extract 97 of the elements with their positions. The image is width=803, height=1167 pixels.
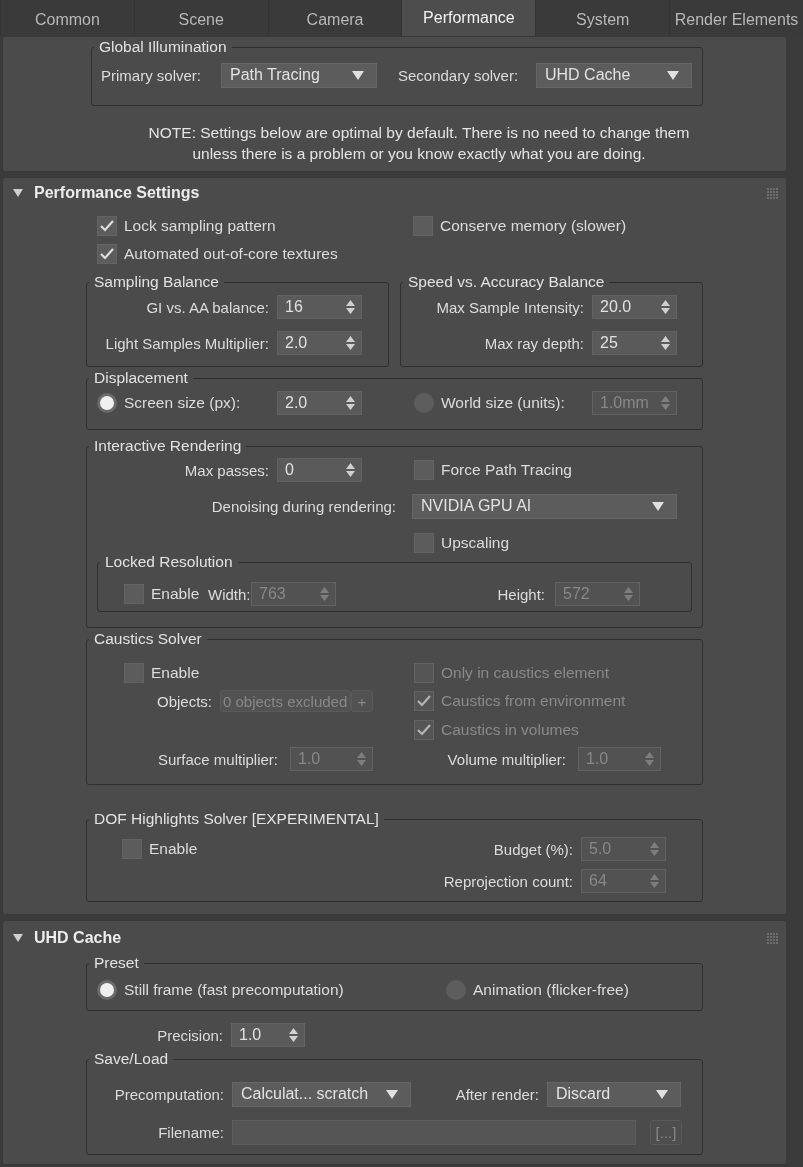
radio-button[interactable] <box>97 980 117 1000</box>
dropdown[interactable]: Path Tracing <box>221 62 377 88</box>
number-spinner[interactable]: 1.0 <box>231 1023 305 1047</box>
radio-button[interactable] <box>97 393 117 413</box>
spinner-arrows-icon <box>661 335 670 351</box>
checkbox-label: Caustics in volumes <box>441 721 579 739</box>
number-spinner[interactable]: 2.0 <box>277 331 362 355</box>
spinner-arrows-icon <box>624 586 633 602</box>
group-title: Interactive Rendering <box>93 437 243 455</box>
spinner-arrows-icon <box>650 873 659 889</box>
spinner-arrows-icon <box>645 751 654 767</box>
checkbox[interactable] <box>97 216 117 236</box>
group-title: Save/Load <box>93 1050 170 1068</box>
checkbox-label: Conserve memory (slower) <box>440 217 627 235</box>
caret-icon <box>352 70 364 80</box>
checkbox-label: Lock sampling pattern <box>124 217 276 235</box>
grip-icon <box>767 932 778 944</box>
number-spinner[interactable]: 25 <box>592 331 677 355</box>
spinner-arrows-icon <box>346 462 355 478</box>
field-label: After render: <box>454 1085 540 1103</box>
dropdown[interactable]: NVIDIA GPU AI <box>412 493 677 519</box>
checkbox[interactable] <box>413 216 433 236</box>
checkbox-label: Only in caustics element <box>441 664 609 682</box>
field-label: Surface multiplier: <box>156 750 279 768</box>
number-spinner[interactable]: 16 <box>277 295 362 319</box>
group-title: Locked Resolution <box>104 554 234 570</box>
field-label: Max passes: <box>183 461 270 479</box>
checkbox[interactable] <box>122 839 142 859</box>
dropdown[interactable]: Discard <box>547 1081 681 1107</box>
spinner-arrows-icon <box>346 335 355 351</box>
collapse-triangle-icon[interactable] <box>13 933 23 943</box>
group-title: Preset <box>93 954 140 972</box>
field-label: Filename: <box>157 1123 225 1141</box>
spinner-arrows-icon <box>661 299 670 315</box>
group-title: Sampling Balance <box>93 273 220 291</box>
field-label: Secondary solver: <box>397 66 520 84</box>
field-label: Max ray depth: <box>483 334 585 352</box>
field-label: GI vs. AA balance: <box>145 298 270 316</box>
checkbox-label: Force Path Tracing <box>441 461 572 479</box>
group-title: Displacement <box>93 369 189 387</box>
checkbox-label: Enable <box>151 585 200 603</box>
spinner-arrows-icon <box>346 299 355 315</box>
checkbox-label: Enable <box>151 664 200 682</box>
caret-icon <box>652 501 664 511</box>
radio-label: Animation (flicker-free) <box>473 981 629 999</box>
caret-icon <box>386 1089 398 1099</box>
check-icon <box>417 695 431 707</box>
radio-label: Screen size (px): <box>124 394 241 412</box>
check-icon <box>100 220 114 232</box>
field-label: Reprojection count: <box>442 872 574 890</box>
field-label: Precision: <box>156 1026 224 1044</box>
checkbox[interactable] <box>124 584 144 604</box>
field-label: Precomputation: <box>113 1085 225 1103</box>
checkbox-label: Caustics from environment <box>441 692 626 710</box>
radio-label: Still frame (fast precomputation) <box>124 981 344 999</box>
radio-label: World size (units): <box>441 394 565 412</box>
field-label: Width: <box>208 585 251 603</box>
check-icon <box>100 248 114 260</box>
checkbox-label: Enable <box>149 840 198 858</box>
checkbox[interactable] <box>97 244 117 264</box>
spinner-arrows-icon <box>357 751 366 767</box>
spinner-arrows-icon <box>320 586 329 602</box>
field-label: Denoising during rendering: <box>210 497 397 515</box>
checkbox[interactable] <box>414 460 434 480</box>
checkbox-label: Automated out-of-core textures <box>124 245 338 263</box>
grip-icon <box>767 187 778 199</box>
field-label: Light Samples Multiplier: <box>104 334 270 352</box>
group-title: Caustics Solver <box>93 630 203 648</box>
number-spinner[interactable]: 0 <box>277 458 362 482</box>
checkbox-label: Upscaling <box>441 534 510 552</box>
collapse-triangle-icon[interactable] <box>13 188 23 198</box>
panel-title[interactable]: Performance Settings <box>34 184 200 202</box>
field-label: Max Sample Intensity: <box>435 298 585 316</box>
field-label: Height: <box>496 585 546 603</box>
field-label: Objects: <box>155 692 213 710</box>
caret-icon <box>667 70 679 80</box>
spinner-arrows-icon <box>289 1027 298 1043</box>
caret-icon <box>656 1089 668 1099</box>
spinner-arrows-icon <box>650 841 659 857</box>
note-text: NOTE: Settings below are optimal by default. There is no need to change them unless there is a problem or you know exactly what you are doing. <box>147 123 691 164</box>
checkbox[interactable] <box>124 663 144 683</box>
group-title: Speed vs. Accuracy Balance <box>407 273 606 291</box>
number-spinner[interactable]: 20.0 <box>592 295 677 319</box>
group-title: DOF Highlights Solver [EXPERIMENTAL] <box>93 810 380 828</box>
field-label: Budget (%): <box>492 840 574 858</box>
tab[interactable]: Performance <box>401 0 536 36</box>
spinner-arrows-icon <box>661 395 670 411</box>
spinner-arrows-icon <box>346 395 355 411</box>
check-icon <box>417 724 431 736</box>
dropdown[interactable]: UHD Cache <box>536 62 692 88</box>
field-label: Primary solver: <box>100 66 202 84</box>
panel-title[interactable]: UHD Cache <box>34 929 122 947</box>
field-label: Volume multiplier: <box>446 750 567 768</box>
group-title: Global Illumination <box>98 38 228 56</box>
checkbox[interactable] <box>414 533 434 553</box>
dropdown[interactable]: Calculat... scratch <box>232 1081 411 1107</box>
number-spinner[interactable]: 2.0 <box>277 391 362 415</box>
